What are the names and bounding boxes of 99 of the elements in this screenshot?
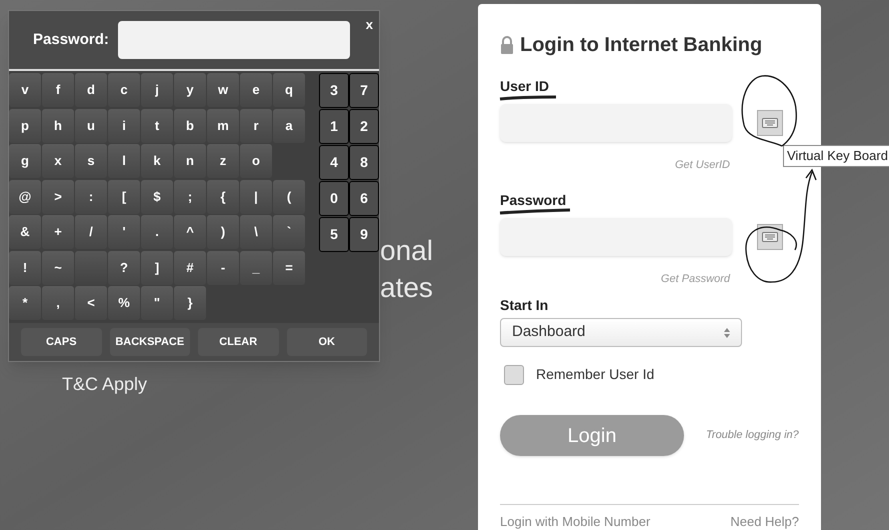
keyboard-key[interactable]: } xyxy=(174,286,206,320)
field-label: Password xyxy=(500,192,566,208)
field-label: User ID xyxy=(500,78,550,94)
checkbox-label: Remember User Id xyxy=(536,365,654,384)
number-key[interactable]: 1 xyxy=(319,109,349,144)
password-field[interactable] xyxy=(118,21,350,59)
keyboard-key[interactable]: ) xyxy=(207,215,239,249)
keyboard-key[interactable]: ' xyxy=(108,215,140,249)
keyboard-key[interactable]: ( xyxy=(273,180,305,214)
keyboard-key[interactable]: h xyxy=(42,108,74,142)
keyboard-key[interactable]: e xyxy=(240,73,272,107)
number-key[interactable]: 7 xyxy=(349,73,379,108)
keyboard-key[interactable]: i xyxy=(108,108,140,142)
input-field[interactable] xyxy=(500,104,732,142)
keyboard-key[interactable]: s xyxy=(75,144,107,178)
keyboard-key[interactable]: y xyxy=(174,73,206,107)
keyboard-key[interactable]: k xyxy=(141,144,173,178)
keyboard-key[interactable]: & xyxy=(9,215,41,249)
keyboard-key[interactable]: o xyxy=(240,144,272,178)
keyboard-key[interactable]: * xyxy=(9,286,41,320)
keyboard-action-button[interactable]: CLEAR xyxy=(198,328,278,356)
keyboard-key[interactable]: { xyxy=(207,180,239,214)
keyboard-key[interactable]: [ xyxy=(108,180,140,214)
keyboard-key[interactable]: q xyxy=(273,73,305,107)
terms-text: T&C Apply xyxy=(62,373,148,396)
keyboard-key[interactable]: ` xyxy=(273,215,305,249)
number-key[interactable]: 6 xyxy=(349,181,379,216)
keyboard-key[interactable]: # xyxy=(174,250,206,284)
number-key[interactable]: 3 xyxy=(319,73,349,108)
keyboard-key[interactable]: ; xyxy=(174,180,206,214)
keyboard-key[interactable]: _ xyxy=(240,250,272,284)
number-key[interactable]: 8 xyxy=(349,145,379,180)
number-key[interactable]: 5 xyxy=(319,217,349,252)
keyboard-key[interactable]: = xyxy=(273,250,305,284)
keyboard-key[interactable]: > xyxy=(42,180,74,214)
close-button[interactable]: x xyxy=(366,15,373,34)
keyboard-action-button[interactable]: OK xyxy=(286,328,367,356)
keyboard-action-button[interactable]: CAPS xyxy=(21,328,102,356)
mobile-login-link[interactable]: Login with Mobile Number xyxy=(500,512,650,530)
keyboard-key[interactable]: ? xyxy=(108,250,140,284)
keyboard-icon xyxy=(762,232,778,242)
underline-mark xyxy=(500,96,556,100)
keyboard-key[interactable]: l xyxy=(108,144,140,178)
number-key[interactable]: 0 xyxy=(319,181,349,216)
keyboard-key[interactable]: z xyxy=(207,144,239,178)
checkbox[interactable] xyxy=(504,364,524,384)
keyboard-key[interactable]: $ xyxy=(141,180,173,214)
keyboard-key[interactable]: f xyxy=(42,73,74,107)
banner-text: onal xyxy=(380,234,433,268)
keyboard-key[interactable]: c xyxy=(108,73,140,107)
input-field[interactable] xyxy=(500,218,732,256)
keyboard-key[interactable]: m xyxy=(207,108,239,142)
keyboard-key[interactable]: p xyxy=(9,108,41,142)
trouble-link[interactable]: Trouble logging in? xyxy=(706,427,799,444)
keyboard-key[interactable]: t xyxy=(141,108,173,142)
keyboard-icon xyxy=(762,118,778,128)
help-link[interactable]: Need Help? xyxy=(730,512,799,530)
keyboard-key[interactable]: ^ xyxy=(174,215,206,249)
keyboard-key[interactable]: r xyxy=(240,108,272,142)
keyboard-key[interactable]: d xyxy=(75,73,107,107)
number-key[interactable]: 2 xyxy=(349,109,379,144)
keyboard-key[interactable]: a xyxy=(273,108,305,142)
blank-key[interactable] xyxy=(75,250,107,284)
keyboard-action-button[interactable]: BACKSPACE xyxy=(110,328,190,356)
field-label: Start In xyxy=(500,296,550,315)
keyboard-key[interactable]: b xyxy=(174,108,206,142)
underline-mark xyxy=(500,208,570,214)
keyboard-key[interactable]: x xyxy=(42,144,74,178)
keyboard-key[interactable]: v xyxy=(9,73,41,107)
keyboard-key[interactable]: + xyxy=(42,215,74,249)
keyboard-key[interactable]: : xyxy=(75,180,107,214)
password-label: Password: xyxy=(33,30,109,50)
keyboard-key[interactable]: . xyxy=(141,215,173,249)
keyboard-key[interactable]: n xyxy=(174,144,206,178)
lock-icon xyxy=(500,36,514,54)
keyboard-key[interactable]: , xyxy=(42,286,74,320)
keyboard-key[interactable]: @ xyxy=(9,180,41,214)
keyboard-key[interactable]: u xyxy=(75,108,107,142)
start-in-select[interactable]: Dashboard xyxy=(500,318,742,347)
keyboard-key[interactable]: ~ xyxy=(42,250,74,284)
keyboard-key[interactable]: g xyxy=(9,144,41,178)
keyboard-button[interactable] xyxy=(757,224,783,250)
keyboard-key[interactable]: ! xyxy=(9,250,41,284)
banner-text: ates xyxy=(380,271,433,305)
login-title: Login to Internet Banking xyxy=(520,33,762,58)
number-key[interactable]: 4 xyxy=(319,145,349,180)
keyboard-key[interactable]: j xyxy=(141,73,173,107)
select-arrows-icon xyxy=(724,328,730,338)
keyboard-key[interactable]: % xyxy=(108,286,140,320)
keyboard-key[interactable]: \ xyxy=(240,215,272,249)
keyboard-key[interactable]: < xyxy=(75,286,107,320)
number-key[interactable]: 9 xyxy=(349,217,379,252)
keyboard-key[interactable]: / xyxy=(75,215,107,249)
keyboard-key[interactable]: | xyxy=(240,180,272,214)
keyboard-key[interactable]: - xyxy=(207,250,239,284)
keyboard-key[interactable]: ] xyxy=(141,250,173,284)
keyboard-key[interactable]: " xyxy=(141,286,173,320)
tooltip: Virtual Key Board xyxy=(783,145,889,167)
keyboard-key[interactable]: w xyxy=(207,73,239,107)
